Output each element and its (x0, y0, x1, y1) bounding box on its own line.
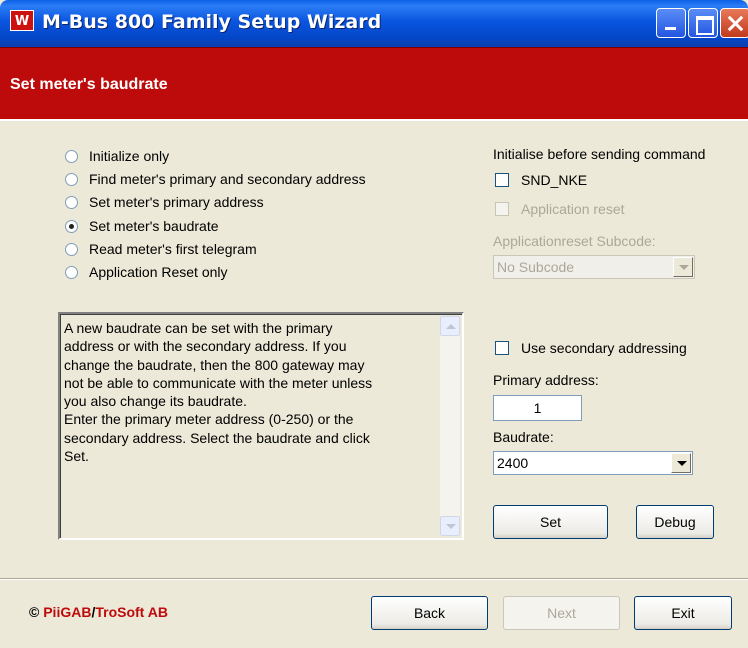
page-title: Set meter's baudrate (10, 76, 168, 93)
description-text: A new baudrate can be set with the prima… (64, 320, 373, 465)
brand-piigab: PiiGAB (43, 604, 92, 620)
chevron-down-icon[interactable] (673, 257, 693, 277)
set-button[interactable]: Set (493, 505, 608, 539)
application-reset-checkbox-row[interactable]: Application reset (495, 201, 625, 217)
next-button[interactable]: Next (503, 596, 620, 630)
minimize-button[interactable] (656, 8, 686, 38)
secondary-addressing-row[interactable]: Use secondary addressing (495, 340, 687, 356)
maximize-button[interactable] (688, 8, 718, 38)
radio-button[interactable] (65, 149, 78, 163)
option-find-address[interactable]: Find meter's primary and secondary addre… (65, 169, 366, 189)
snd-nke-checkbox-row[interactable]: SND_NKE (495, 172, 587, 188)
snd-nke-checkbox[interactable] (495, 173, 509, 187)
copyright: © PiiGAB/TroSoft AB (29, 604, 168, 620)
baudrate-label: Baudrate: (493, 429, 554, 445)
radio-button[interactable] (65, 172, 78, 186)
application-reset-label: Application reset (521, 201, 625, 217)
primary-address-label: Primary address: (493, 372, 599, 388)
application-reset-checkbox[interactable] (495, 202, 509, 216)
chevron-down-icon[interactable] (671, 453, 691, 473)
subcode-label: Applicationreset Subcode: (493, 233, 656, 249)
secondary-addressing-label: Use secondary addressing (521, 340, 687, 356)
subcode-value: No Subcode (497, 259, 575, 275)
page-header: Set meter's baudrate (0, 47, 748, 121)
option-label: Set meter's primary address (89, 194, 264, 210)
snd-nke-label: SND_NKE (521, 172, 588, 188)
scroll-up-icon[interactable] (440, 316, 460, 336)
baudrate-select[interactable]: 2400 (493, 451, 693, 475)
option-label: Find meter's primary and secondary addre… (89, 171, 366, 187)
option-label: Read meter's first telegram (89, 241, 257, 257)
debug-button[interactable]: Debug (636, 505, 714, 539)
subcode-select[interactable]: No Subcode (493, 255, 695, 279)
close-button[interactable] (720, 8, 748, 38)
title-bar[interactable]: W M-Bus 800 Family Setup Wizard (0, 0, 748, 47)
radio-button[interactable] (65, 242, 78, 256)
baudrate-value: 2400 (497, 455, 529, 471)
option-label: Set meter's baudrate (89, 218, 219, 234)
description-scrollbar[interactable] (440, 316, 460, 536)
radio-button[interactable] (65, 265, 78, 279)
option-application-reset[interactable]: Application Reset only (65, 262, 228, 282)
back-button[interactable]: Back (371, 596, 488, 630)
option-set-baudrate[interactable]: Set meter's baudrate (65, 216, 219, 236)
radio-button[interactable] (65, 195, 78, 209)
divider (0, 578, 748, 580)
brand-trosoft: TroSoft AB (95, 604, 168, 620)
option-label: Application Reset only (89, 264, 228, 280)
description-box[interactable]: A new baudrate can be set with the prima… (58, 312, 464, 540)
init-heading: Initialise before sending command (493, 146, 706, 162)
scroll-down-icon[interactable] (440, 516, 460, 536)
option-label: Initialize only (89, 148, 170, 164)
radio-button-selected[interactable] (65, 219, 78, 233)
copyright-symbol: © (29, 604, 40, 620)
primary-address-input[interactable]: 1 (493, 395, 582, 421)
window-title: M-Bus 800 Family Setup Wizard (42, 11, 382, 33)
exit-button[interactable]: Exit (634, 596, 732, 630)
app-icon: W (10, 10, 34, 31)
option-initialize-only[interactable]: Initialize only (65, 146, 169, 166)
option-read-telegram[interactable]: Read meter's first telegram (65, 239, 257, 259)
option-set-primary-address[interactable]: Set meter's primary address (65, 192, 264, 212)
secondary-addressing-checkbox[interactable] (495, 341, 509, 355)
